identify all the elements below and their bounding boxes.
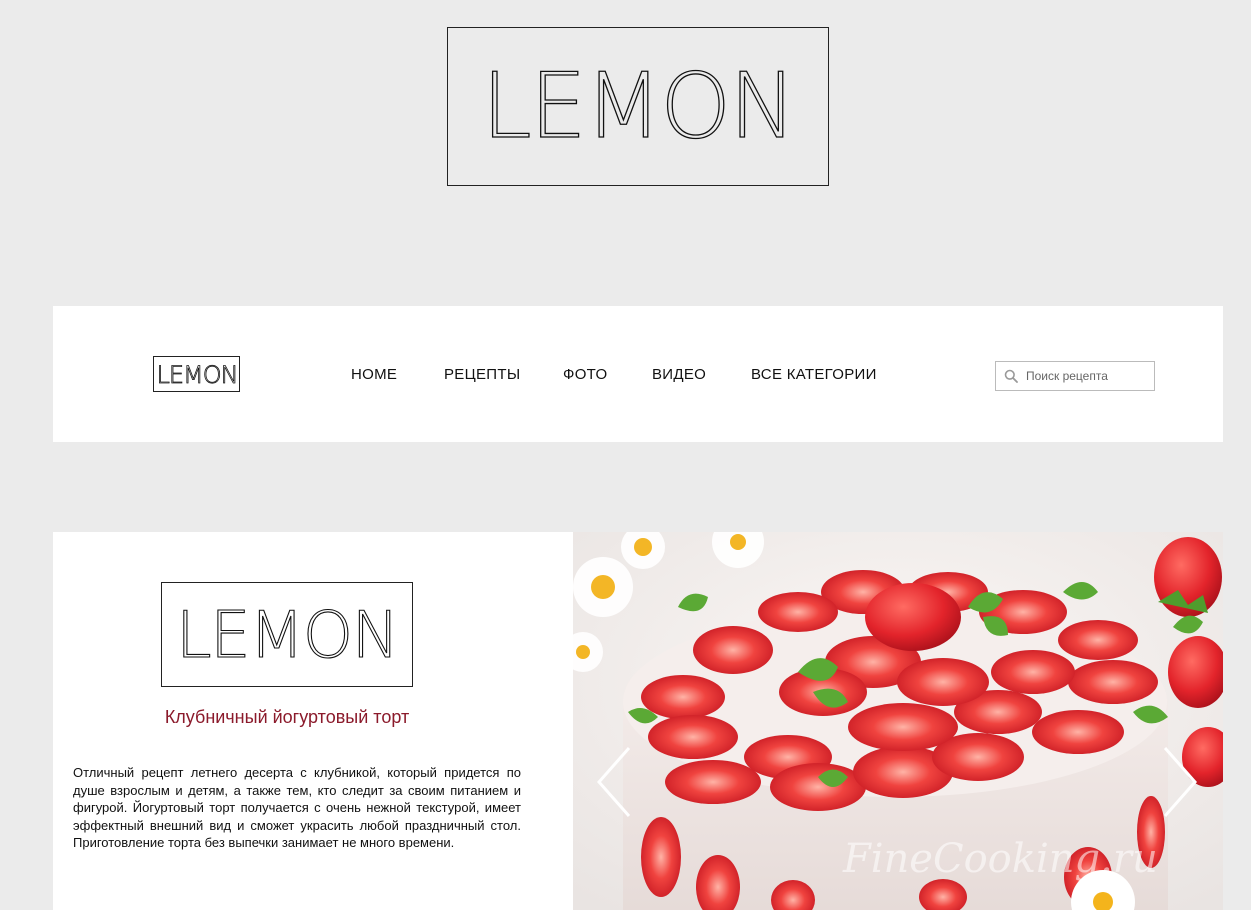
hero-logo-wordmark: LEMON: [481, 57, 797, 157]
search-box[interactable]: [995, 361, 1155, 391]
recipe-description: Отличный рецепт летнего десерта с клубни…: [73, 765, 521, 850]
search-input[interactable]: [1026, 369, 1146, 383]
nav-item-video[interactable]: ВИДЕО: [652, 366, 706, 383]
nav-item-all-categories[interactable]: ВСЕ КАТЕГОРИИ: [751, 366, 877, 383]
recipe-title[interactable]: Клубничный йогуртовый торт: [53, 707, 521, 728]
cake-photo: FineCooking.ru: [573, 532, 1223, 910]
chevron-right-icon[interactable]: [1161, 744, 1201, 820]
nav-logo-wordmark: LEMON: [157, 361, 237, 389]
image-slider[interactable]: FineCooking.ru: [573, 532, 1223, 910]
svg-text:LEMON: LEMON: [157, 361, 237, 389]
chevron-left-icon[interactable]: [593, 744, 633, 820]
nav-item-photo[interactable]: ФОТО: [563, 366, 607, 383]
featured-text-panel: LEMON Клубничный йогуртовый торт Отличны…: [53, 532, 573, 910]
hero-logo: LEMON: [447, 27, 829, 186]
nav-item-recipes[interactable]: РЕЦЕПТЫ: [444, 366, 520, 383]
nav-item-home[interactable]: HOME: [351, 366, 397, 383]
navbar: LEMON HOME РЕЦЕПТЫ ФОТО ВИДЕО ВСЕ КАТЕГО…: [53, 306, 1223, 442]
featured-recipe: LEMON Клубничный йогуртовый торт Отличны…: [53, 532, 1223, 910]
svg-text:LEMON: LEMON: [176, 599, 398, 673]
search-icon: [1004, 369, 1018, 383]
card-logo: LEMON: [161, 582, 413, 687]
nav-logo[interactable]: LEMON: [153, 356, 240, 392]
card-logo-wordmark: LEMON: [175, 598, 400, 673]
svg-text:LEMON: LEMON: [482, 57, 795, 157]
